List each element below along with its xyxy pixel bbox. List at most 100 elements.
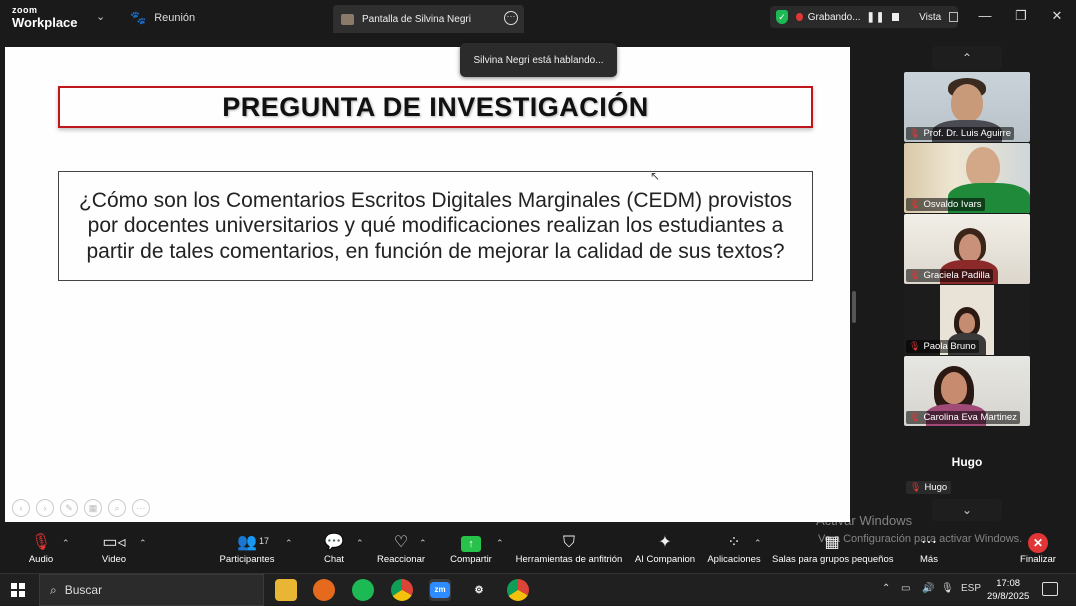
taskbar-search[interactable]: ⌕ Buscar: [39, 574, 264, 606]
pause-recording-icon[interactable]: ❚❚: [867, 12, 886, 23]
zoom-icon[interactable]: ⌕: [108, 499, 126, 517]
slide-title: PREGUNTA DE INVESTIGACIÓN: [222, 91, 649, 122]
participant-tile[interactable]: 🎙 Graciela Padilla: [904, 214, 1030, 284]
tab-screen-share[interactable]: Pantalla de Silvina Negri ···: [333, 5, 524, 33]
chevron-up-icon[interactable]: ⌃: [882, 583, 890, 594]
people-icon: 👥 17: [217, 533, 277, 553]
host-tools-button[interactable]: ⛉ Herramientas de anfitrión: [514, 533, 624, 565]
taskbar-search-placeholder: Buscar: [64, 583, 103, 597]
end-label: Finalizar: [1020, 554, 1056, 565]
chrome-profile-icon[interactable]: [507, 579, 529, 601]
chat-options-chevron-icon[interactable]: ⌃: [356, 538, 364, 549]
mic-muted-icon: 🎙: [909, 341, 921, 351]
participant-name: Osvaldo Ivars: [923, 199, 982, 210]
windows-taskbar: ⌕ Buscar zm ⚙ ⌃ ▭ 🔊 🎙 ESP 17:08 29/8/202…: [0, 573, 1076, 606]
shield-icon[interactable]: ✓: [776, 10, 788, 24]
tab-screen-share-label: Pantalla de Silvina Negri: [362, 13, 471, 25]
audio-participant-label: Hugo: [924, 482, 948, 493]
apps-options-chevron-icon[interactable]: ⌃: [754, 538, 762, 549]
participant-tile[interactable]: 🎙 Prof. Dr. Luis Aguirre: [904, 72, 1030, 142]
share-thumbnail-icon: [341, 13, 354, 25]
file-explorer-icon[interactable]: [275, 579, 297, 601]
gallery-scroll-up-button[interactable]: ⌃: [932, 46, 1002, 70]
chevron-down-icon[interactable]: ⌄: [96, 10, 105, 23]
chat-button[interactable]: 💬 Chat: [320, 533, 348, 565]
more-options-icon[interactable]: ···: [504, 11, 518, 25]
recording-label: Grabando...: [807, 11, 861, 23]
end-meeting-button[interactable]: ✕ Finalizar: [1018, 533, 1058, 565]
prev-slide-icon[interactable]: ‹: [12, 499, 30, 517]
speaker-tooltip-text: Silvina Negri está hablando...: [473, 54, 604, 66]
camera-icon: ▭◃: [102, 534, 126, 551]
host-tools-label: Herramientas de anfitrión: [515, 554, 623, 565]
share-screen-button[interactable]: ↑ Compartir: [447, 533, 495, 565]
gallery-scroll-down-button[interactable]: ⌄: [932, 499, 1002, 521]
audio-options-chevron-icon[interactable]: ⌃: [62, 538, 70, 549]
zoom-taskbar-icon[interactable]: zm: [429, 579, 451, 601]
share-label: Compartir: [450, 554, 492, 565]
notification-icon[interactable]: [1042, 582, 1058, 596]
mic-muted-icon: 🎙: [909, 128, 921, 138]
participants-button[interactable]: 👥 17 Participantes: [217, 533, 277, 565]
spotify-icon[interactable]: [352, 579, 374, 601]
video-button[interactable]: ▭◃ Video: [98, 533, 130, 565]
participant-tile[interactable]: 🎙 Paola Bruno: [904, 285, 1030, 355]
stop-recording-icon[interactable]: [892, 13, 900, 21]
share-options-chevron-icon[interactable]: ⌃: [496, 538, 504, 549]
pen-icon[interactable]: ✎: [60, 499, 78, 517]
more-label: Más: [920, 554, 938, 565]
ai-companion-button[interactable]: ✦ AI Companion: [633, 533, 697, 565]
windows-start-icon[interactable]: [11, 583, 25, 597]
research-question: ¿Cómo son los Comentarios Escritos Digit…: [78, 188, 793, 263]
mic-muted-icon: 🎙: [30, 534, 52, 551]
logo-bottom-text: Workplace: [12, 15, 78, 30]
restore-icon[interactable]: ❐: [1011, 8, 1031, 24]
view-button[interactable]: Vista: [919, 12, 941, 23]
chrome-icon[interactable]: [391, 579, 413, 601]
shared-screen: PREGUNTA DE INVESTIGACIÓN ¿Cómo son los …: [5, 47, 850, 522]
activate-windows-subtext: Ve a Configuración para activar Windows.: [818, 533, 1023, 545]
language-indicator[interactable]: ESP: [961, 583, 981, 594]
chat-label: Chat: [323, 554, 345, 565]
search-icon: ⌕: [50, 582, 57, 597]
participant-tile[interactable]: 🎙 Osvaldo Ivars: [904, 143, 1030, 213]
network-icon[interactable]: ▭: [901, 583, 910, 594]
zoom-workplace-logo[interactable]: zoom Workplace: [12, 6, 78, 30]
tab-meeting[interactable]: 🐾 Reunión: [130, 8, 195, 28]
recording-status: ✓ Grabando... ❚❚ Vista: [770, 6, 958, 28]
slide-title-box: PREGUNTA DE INVESTIGACIÓN: [58, 86, 813, 128]
next-slide-icon[interactable]: ›: [36, 499, 54, 517]
chat-bubble-icon: 💬: [324, 534, 344, 551]
minimize-icon[interactable]: —: [975, 8, 995, 23]
firefox-icon[interactable]: [313, 579, 335, 601]
video-options-chevron-icon[interactable]: ⌃: [139, 538, 147, 549]
clock-time: 17:08: [996, 578, 1021, 589]
audio-participant-tag: 🎙 Hugo: [906, 481, 952, 494]
participant-name-tag: 🎙 Graciela Padilla: [906, 269, 993, 282]
audio-button[interactable]: 🎙 Audio: [24, 533, 58, 565]
chevron-up-icon: ⌃: [961, 51, 973, 65]
react-options-chevron-icon[interactable]: ⌃: [419, 538, 427, 549]
end-call-icon: ✕: [1028, 533, 1048, 553]
more-icon[interactable]: ···: [132, 499, 150, 517]
mic-muted-icon: 🎙: [909, 199, 921, 209]
participant-name: Graciela Padilla: [923, 270, 990, 281]
close-icon[interactable]: ✕: [1047, 8, 1067, 24]
microphone-icon[interactable]: 🎙: [941, 583, 954, 594]
grid-view-icon[interactable]: [949, 12, 958, 22]
participants-label: Participantes: [219, 554, 275, 565]
question-box: ¿Cómo son los Comentarios Escritos Digit…: [58, 171, 813, 281]
settings-icon[interactable]: ⚙: [468, 579, 490, 601]
ai-companion-label: AI Companion: [634, 554, 696, 565]
system-clock[interactable]: 17:08 29/8/2025: [987, 577, 1029, 603]
slides-grid-icon[interactable]: ▦: [84, 499, 102, 517]
participant-tile[interactable]: 🎙 Carolina Eva Martinez: [904, 356, 1030, 426]
participants-options-chevron-icon[interactable]: ⌃: [285, 538, 293, 549]
panel-resize-handle[interactable]: [852, 291, 856, 323]
activate-windows-watermark: Activar Windows: [816, 513, 913, 528]
participant-name: Paola Bruno: [923, 341, 976, 352]
participant-name-tag: 🎙 Prof. Dr. Luis Aguirre: [906, 127, 1015, 140]
mic-muted-icon: 🎙: [909, 270, 921, 280]
volume-icon[interactable]: 🔊: [922, 583, 934, 594]
share-screen-icon: ↑: [461, 536, 481, 552]
